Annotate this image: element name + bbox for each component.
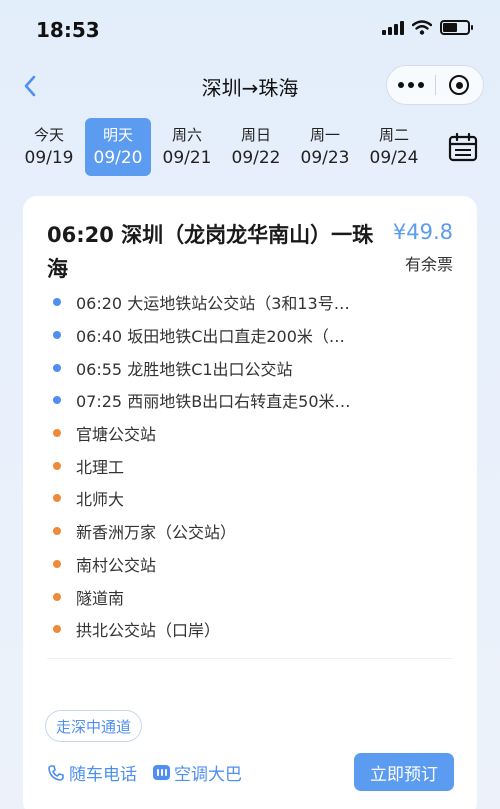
- stop-item: 新香洲万家（公交站）: [47, 515, 397, 548]
- stop-name: 拱北公交站（口岸）: [76, 621, 221, 641]
- status-icons: [382, 20, 473, 35]
- stop-item: 隧道南: [47, 580, 397, 613]
- stop-item: 07:25 西丽地铁B出口右转直走50米…: [47, 384, 397, 417]
- status-time: 18:53: [36, 18, 100, 42]
- stop-name: 隧道南: [76, 588, 125, 608]
- stop-name: 新香洲万家（公交站）: [76, 523, 237, 543]
- book-now-button[interactable]: 立即预订: [354, 753, 454, 791]
- alighting-dot-icon: [53, 494, 61, 503]
- stop-item: 北理工: [47, 449, 397, 482]
- signal-icon: [382, 20, 404, 35]
- date-tab-date: 09/21: [162, 148, 212, 168]
- more-dots-icon: [397, 82, 424, 88]
- route-title: 06:20 深圳（龙岗龙华南山）一珠海: [47, 223, 374, 281]
- stop-name: 北师大: [76, 490, 125, 510]
- boarding-dot-icon: [53, 363, 61, 372]
- more-button[interactable]: [387, 66, 435, 104]
- stop-name: 北理工: [76, 457, 125, 477]
- alighting-dot-icon: [53, 527, 61, 536]
- wifi-icon: [412, 20, 432, 35]
- date-tab-weekday: 周二: [378, 126, 409, 144]
- alighting-dot-icon: [53, 559, 61, 568]
- date-tab-weekday: 周一: [309, 126, 340, 144]
- stop-item: 06:40 坂田地铁C出口直走200米（…: [47, 319, 397, 352]
- route-tag: 走深中通道: [45, 710, 143, 742]
- date-tab[interactable]: 今天 09/19: [16, 118, 82, 176]
- status-bar: 18:53: [0, 0, 500, 60]
- stop-name: 南村公交站: [76, 555, 157, 575]
- date-tab-weekday: 周六: [171, 126, 202, 144]
- date-tab-date: 09/24: [369, 148, 419, 168]
- calendar-icon: [448, 132, 478, 162]
- boarding-dot-icon: [53, 331, 61, 340]
- date-tab[interactable]: 周日 09/22: [223, 118, 289, 176]
- price: ¥49.8: [392, 220, 453, 244]
- date-tab-date: 09/19: [24, 148, 74, 168]
- target-icon: [449, 75, 470, 95]
- bus-phone-feature[interactable]: 随车电话: [47, 760, 137, 785]
- alighting-dot-icon: [53, 429, 61, 438]
- date-tab[interactable]: 周一 09/23: [292, 118, 358, 176]
- stop-item: 拱北公交站（口岸）: [47, 613, 397, 646]
- date-tab[interactable]: 周二 09/24: [361, 118, 427, 176]
- boarding-dot-icon: [53, 298, 61, 307]
- mini-program-capsule: [386, 65, 484, 105]
- date-tabs: 今天 09/19 明天 09/20 周六 09/21 周日 09/22 周一 09/23 周二 09/…: [16, 118, 427, 176]
- bus-phone-label: 随车电话: [69, 765, 137, 785]
- stop-name: 06:20 大运地铁站公交站（3和13号…: [76, 294, 350, 314]
- date-tab-date: 09/22: [231, 148, 281, 168]
- divider: [47, 658, 453, 659]
- date-tab-weekday: 周日: [240, 126, 271, 144]
- date-tab[interactable]: 明天 09/20: [85, 118, 151, 176]
- stop-name: 06:55 龙胜地铁C1出口公交站: [76, 359, 293, 379]
- date-tab-weekday: 明天: [102, 126, 133, 144]
- alighting-dot-icon: [53, 592, 61, 601]
- ac-icon: [153, 765, 170, 780]
- ac-bus-label: 空调大巴: [174, 765, 242, 785]
- date-tab-date: 09/20: [93, 148, 143, 168]
- calendar-button[interactable]: [444, 128, 482, 166]
- date-tab-date: 09/23: [300, 148, 350, 168]
- stop-name: 06:40 坂田地铁C出口直走200米（…: [76, 327, 345, 347]
- ac-bus-feature: 空调大巴: [153, 760, 242, 785]
- stop-name: 07:25 西丽地铁B出口右转直走50米…: [76, 392, 351, 412]
- phone-icon: [48, 764, 64, 781]
- stop-list: 06:20 大运地铁站公交站（3和13号… 06:40 坂田地铁C出口直走200米…: [47, 286, 397, 646]
- trip-card[interactable]: 06:20 深圳（龙岗龙华南山）一珠海 ¥49.8 有余票 06:20 大运地铁…: [23, 196, 477, 809]
- close-program-button[interactable]: [436, 66, 484, 104]
- nav-bar: 深圳→珠海: [0, 60, 500, 110]
- date-tab[interactable]: 周六 09/21: [154, 118, 220, 176]
- alighting-dot-icon: [53, 625, 61, 634]
- alighting-dot-icon: [53, 461, 61, 470]
- stop-item: 06:20 大运地铁站公交站（3和13号…: [47, 286, 397, 319]
- stop-item: 南村公交站: [47, 548, 397, 581]
- stop-item: 06:55 龙胜地铁C1出口公交站: [47, 351, 397, 384]
- stop-item: 北师大: [47, 482, 397, 515]
- boarding-dot-icon: [53, 396, 61, 405]
- date-tab-weekday: 今天: [33, 126, 64, 144]
- stop-item: 官塘公交站: [47, 417, 397, 450]
- battery-icon: [440, 20, 473, 35]
- ticket-status: 有余票: [404, 255, 453, 274]
- stop-name: 官塘公交站: [76, 425, 157, 445]
